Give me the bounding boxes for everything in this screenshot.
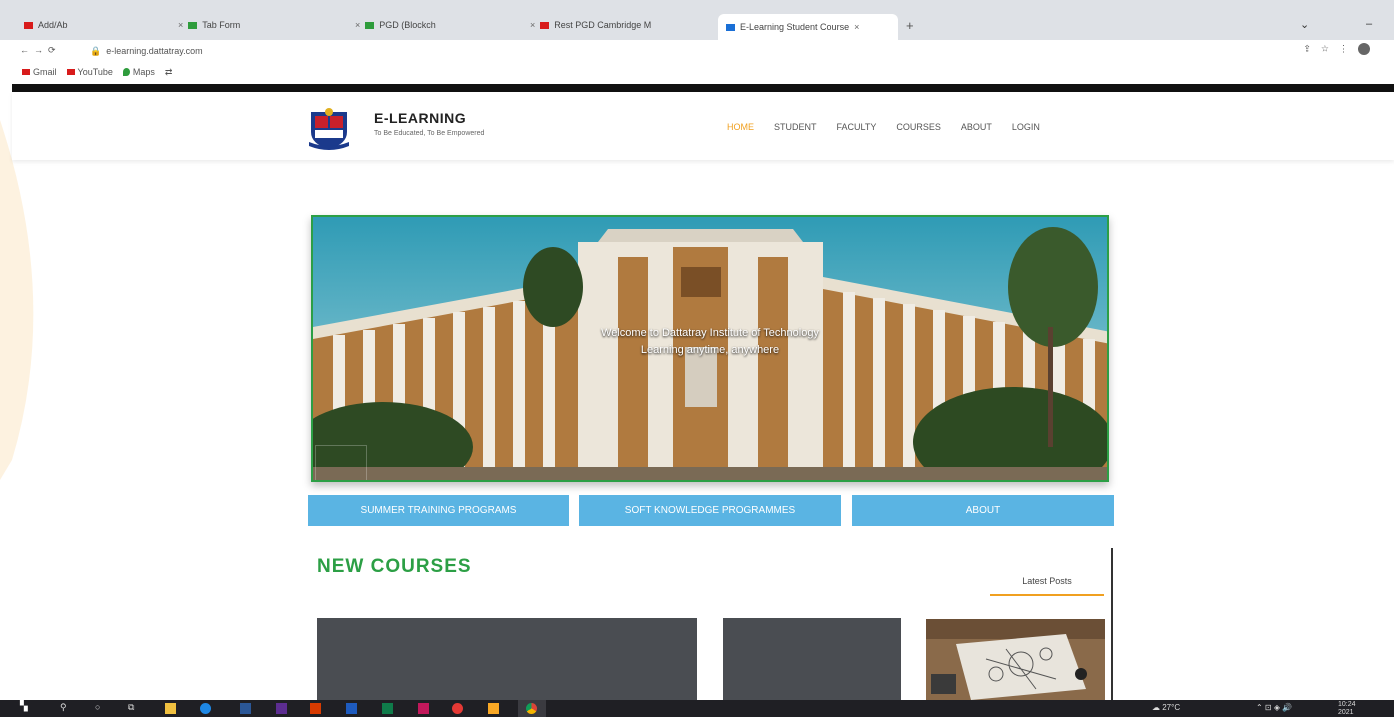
search-icon[interactable]: ⚲: [60, 702, 71, 713]
site-brand[interactable]: E-LEARNING: [374, 110, 466, 126]
minimize-icon[interactable]: –: [1366, 18, 1372, 30]
browser-tab-2[interactable]: × Tab Form: [178, 14, 328, 36]
avatar[interactable]: [1358, 43, 1370, 55]
close-icon[interactable]: ×: [530, 20, 535, 30]
browser-tab-bar: Add/Ab × Tab Form × PGD (Blockch × Rest …: [0, 0, 1394, 40]
outlook-icon[interactable]: [346, 703, 357, 714]
close-icon[interactable]: ×: [854, 22, 859, 32]
tab-favicon-icon: [540, 21, 550, 29]
hero-subcaption: Learning anytime, anywhere: [640, 344, 780, 356]
translate-icon[interactable]: ⇄: [165, 67, 173, 78]
divider: [1111, 548, 1113, 700]
nav-home[interactable]: HOME: [727, 122, 754, 132]
edge-icon[interactable]: [200, 703, 211, 714]
post-thumbnail[interactable]: [926, 619, 1105, 700]
nav-courses[interactable]: COURSES: [896, 122, 941, 132]
carousel-prev-button[interactable]: [315, 445, 367, 480]
soft-knowledge-button[interactable]: SOFT KNOWLEDGE PROGRAMMES: [579, 495, 841, 526]
notebook-image: [926, 619, 1105, 700]
close-icon[interactable]: ×: [355, 20, 360, 30]
chevron-down-icon[interactable]: ⌄: [1300, 18, 1309, 31]
clock[interactable]: 10:24 2021: [1338, 701, 1356, 717]
lock-icon: 🔒: [90, 45, 102, 56]
star-icon[interactable]: ☆: [1321, 43, 1339, 53]
os-taskbar: ▚ ⚲ ○ ⧉ ☁ 27°C ⌃ ⊡ ◈ 🔊 10:24 2021: [0, 700, 1394, 717]
tab-favicon-icon: [365, 21, 375, 29]
site-tagline: To Be Educated, To Be Empowered: [374, 130, 485, 137]
chrome-taskbar-button[interactable]: [518, 700, 546, 717]
browser-tab-1[interactable]: Add/Ab: [24, 14, 174, 36]
task-view-icon[interactable]: ⧉: [128, 702, 139, 713]
hero-carousel[interactable]: Welcome to Dattatray Institute of Techno…: [311, 215, 1109, 482]
app-icon[interactable]: [418, 703, 429, 714]
browser-actions: ⇪☆⋮: [1303, 43, 1370, 55]
browser-tab-4[interactable]: × Rest PGD Cambridge M: [530, 14, 715, 36]
cortana-icon[interactable]: ○: [95, 702, 106, 713]
section-title: NEW COURSES: [317, 556, 472, 577]
onenote-icon[interactable]: [276, 703, 287, 714]
menu-icon[interactable]: ⋮: [1339, 43, 1358, 53]
college-crest-icon[interactable]: [307, 106, 351, 150]
course-card[interactable]: [317, 618, 697, 700]
nav-student[interactable]: STUDENT: [774, 122, 817, 132]
url-field[interactable]: 🔒 e-learning.dattatray.com: [90, 44, 1290, 58]
nav-about[interactable]: ABOUT: [961, 122, 992, 132]
share-icon[interactable]: ⇪: [1303, 43, 1321, 53]
bookmark-item[interactable]: Gmail: [22, 67, 57, 77]
nav-faculty[interactable]: FACULTY: [837, 122, 877, 132]
powerpoint-icon[interactable]: [310, 703, 321, 714]
gmail-icon: [22, 69, 30, 75]
sticky-notes-icon[interactable]: [488, 703, 499, 714]
tab-latest-posts[interactable]: Latest Posts: [990, 574, 1104, 596]
close-icon[interactable]: ×: [178, 20, 183, 30]
browser-tab-active[interactable]: E-Learning Student Course ×: [718, 14, 898, 40]
tab-favicon-icon: [726, 23, 735, 31]
system-tray-icons[interactable]: ⌃ ⊡ ◈ 🔊: [1256, 703, 1292, 712]
youtube-icon: [66, 69, 75, 75]
summer-training-button[interactable]: SUMMER TRAINING PROGRAMS: [308, 495, 569, 526]
bookmark-item[interactable]: YouTube: [66, 67, 113, 77]
course-card[interactable]: [723, 618, 901, 700]
site-header: E-LEARNING To Be Educated, To Be Empower…: [12, 92, 1394, 160]
bookmarks-bar: Gmail YouTube Maps ⇄: [0, 60, 1394, 84]
browser-tab-3[interactable]: × PGD (Blockch: [355, 14, 515, 36]
bookmark-item[interactable]: Maps: [122, 67, 155, 77]
new-tab-icon[interactable]: +: [906, 18, 914, 33]
word-icon[interactable]: [240, 703, 251, 714]
tab-favicon-icon: [188, 21, 198, 29]
nav-login[interactable]: LOGIN: [1012, 122, 1040, 132]
chrome-icon: [526, 703, 537, 714]
address-bar: ←→⟳ 🔒 e-learning.dattatray.com ⇪☆⋮: [0, 40, 1394, 60]
excel-icon[interactable]: [382, 703, 393, 714]
weather-widget[interactable]: ☁ 27°C: [1152, 703, 1180, 712]
tab-favicon-icon: [24, 21, 33, 29]
hero-caption: Welcome to Dattatray Institute of Techno…: [601, 327, 819, 339]
map-pin-icon: [122, 68, 130, 76]
windows-start-icon[interactable]: ▚: [20, 701, 31, 712]
main-navigation: HOME STUDENT FACULTY COURSES ABOUT LOGIN: [727, 122, 1040, 132]
about-button[interactable]: ABOUT: [852, 495, 1114, 526]
file-explorer-icon[interactable]: [165, 703, 176, 714]
nav-arrows-icon[interactable]: ←→⟳: [20, 45, 61, 56]
media-icon[interactable]: [452, 703, 463, 714]
top-strip: [12, 84, 1394, 92]
